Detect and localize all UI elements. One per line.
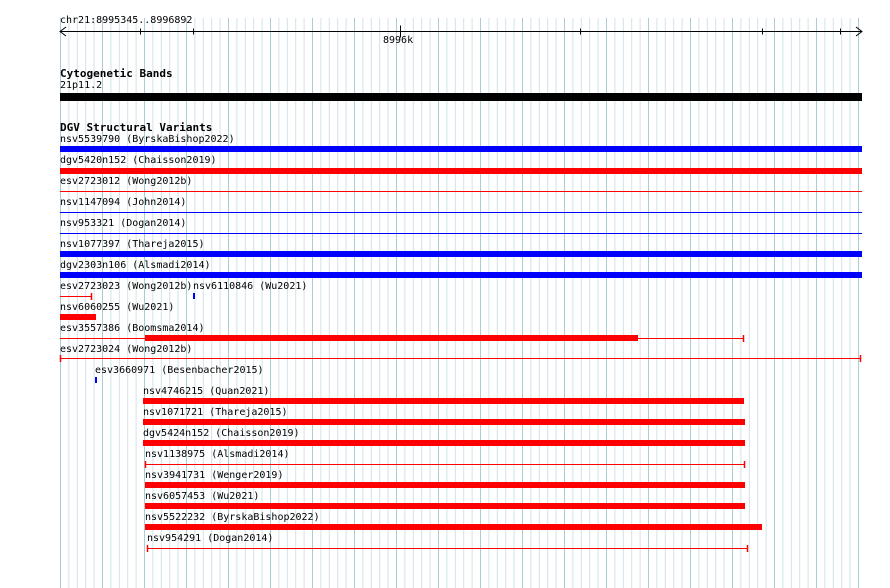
dgv-feature-bar: [145, 482, 745, 488]
cytoband-label: 21p11.2: [60, 80, 103, 91]
dgv-feature-tick: [95, 377, 97, 383]
ruler-tick-label: 8996k: [383, 35, 414, 46]
cytoband-21p11.2-bar[interactable]: [60, 93, 862, 101]
cytobands-track-title[interactable]: Cytogenetic Bands: [60, 68, 173, 80]
dgv-feature-bar: [60, 168, 862, 174]
dgv-feature-label[interactable]: nsv3941731 (Wenger2019): [145, 470, 283, 482]
dgv-feature-label[interactable]: dgv5420n152 (Chaisson2019): [60, 155, 217, 167]
dgv-feature-bar: [143, 419, 745, 425]
dgv-feature-label[interactable]: esv3557386 (Boomsma2014): [60, 323, 205, 335]
genome-browser-canvas[interactable]: [0, 0, 890, 588]
dgv-feature-bar: [60, 146, 862, 152]
dgv-feature-label[interactable]: esv2723012 (Wong2012b): [60, 176, 192, 188]
dgv-feature-label[interactable]: esv3660971 (Besenbacher2015): [95, 365, 264, 377]
dgv-feature-label[interactable]: nsv1147094 (John2014): [60, 197, 186, 209]
dgv-feature-bar: [143, 440, 745, 446]
dgv-feature-label[interactable]: nsv954291 (Dogan2014): [147, 533, 273, 545]
dgv-feature-label[interactable]: nsv6060255 (Wu2021): [60, 302, 174, 314]
dgv-feature-bar: [60, 272, 862, 278]
coordinate-ruler[interactable]: [59, 25, 863, 38]
ruler-range-label: chr21:8995345..8996892: [60, 15, 193, 26]
dgv-feature-tick: [193, 293, 195, 299]
dgv-feature-label[interactable]: nsv953321 (Dogan2014): [60, 218, 186, 230]
dgv-feature-bar: [143, 398, 744, 404]
dgv-feature-bar: [145, 524, 762, 530]
dgv-feature-label[interactable]: esv2723023 (Wong2012b): [60, 281, 192, 293]
dgv-track-title[interactable]: DGV Structural Variants: [60, 122, 212, 134]
dgv-feature-bar: [60, 251, 862, 257]
dgv-feature-label[interactable]: nsv1138975 (Alsmadi2014): [145, 449, 290, 461]
dgv-feature-label[interactable]: nsv6110846 (Wu2021): [193, 281, 307, 293]
dgv-feature-label[interactable]: dgv2303n106 (Alsmadi2014): [60, 260, 211, 272]
dgv-feature-label[interactable]: esv2723024 (Wong2012b): [60, 344, 192, 356]
dgv-feature-label[interactable]: dgv5424n152 (Chaisson2019): [143, 428, 300, 440]
dgv-feature-bar: [60, 314, 96, 320]
dgv-feature-label[interactable]: nsv1077397 (Thareja2015): [60, 239, 205, 251]
dgv-feature-bar: [145, 503, 745, 509]
dgv-feature-label[interactable]: nsv6057453 (Wu2021): [145, 491, 259, 503]
dgv-feature-label[interactable]: nsv5522232 (ByrskaBishop2022): [145, 512, 320, 524]
dgv-feature-label[interactable]: nsv5539790 (ByrskaBishop2022): [60, 134, 235, 146]
dgv-feature-label[interactable]: nsv4746215 (Quan2021): [143, 386, 269, 398]
dgv-feature-label[interactable]: nsv1071721 (Thareja2015): [143, 407, 288, 419]
dgv-feature-bar: [145, 335, 638, 341]
